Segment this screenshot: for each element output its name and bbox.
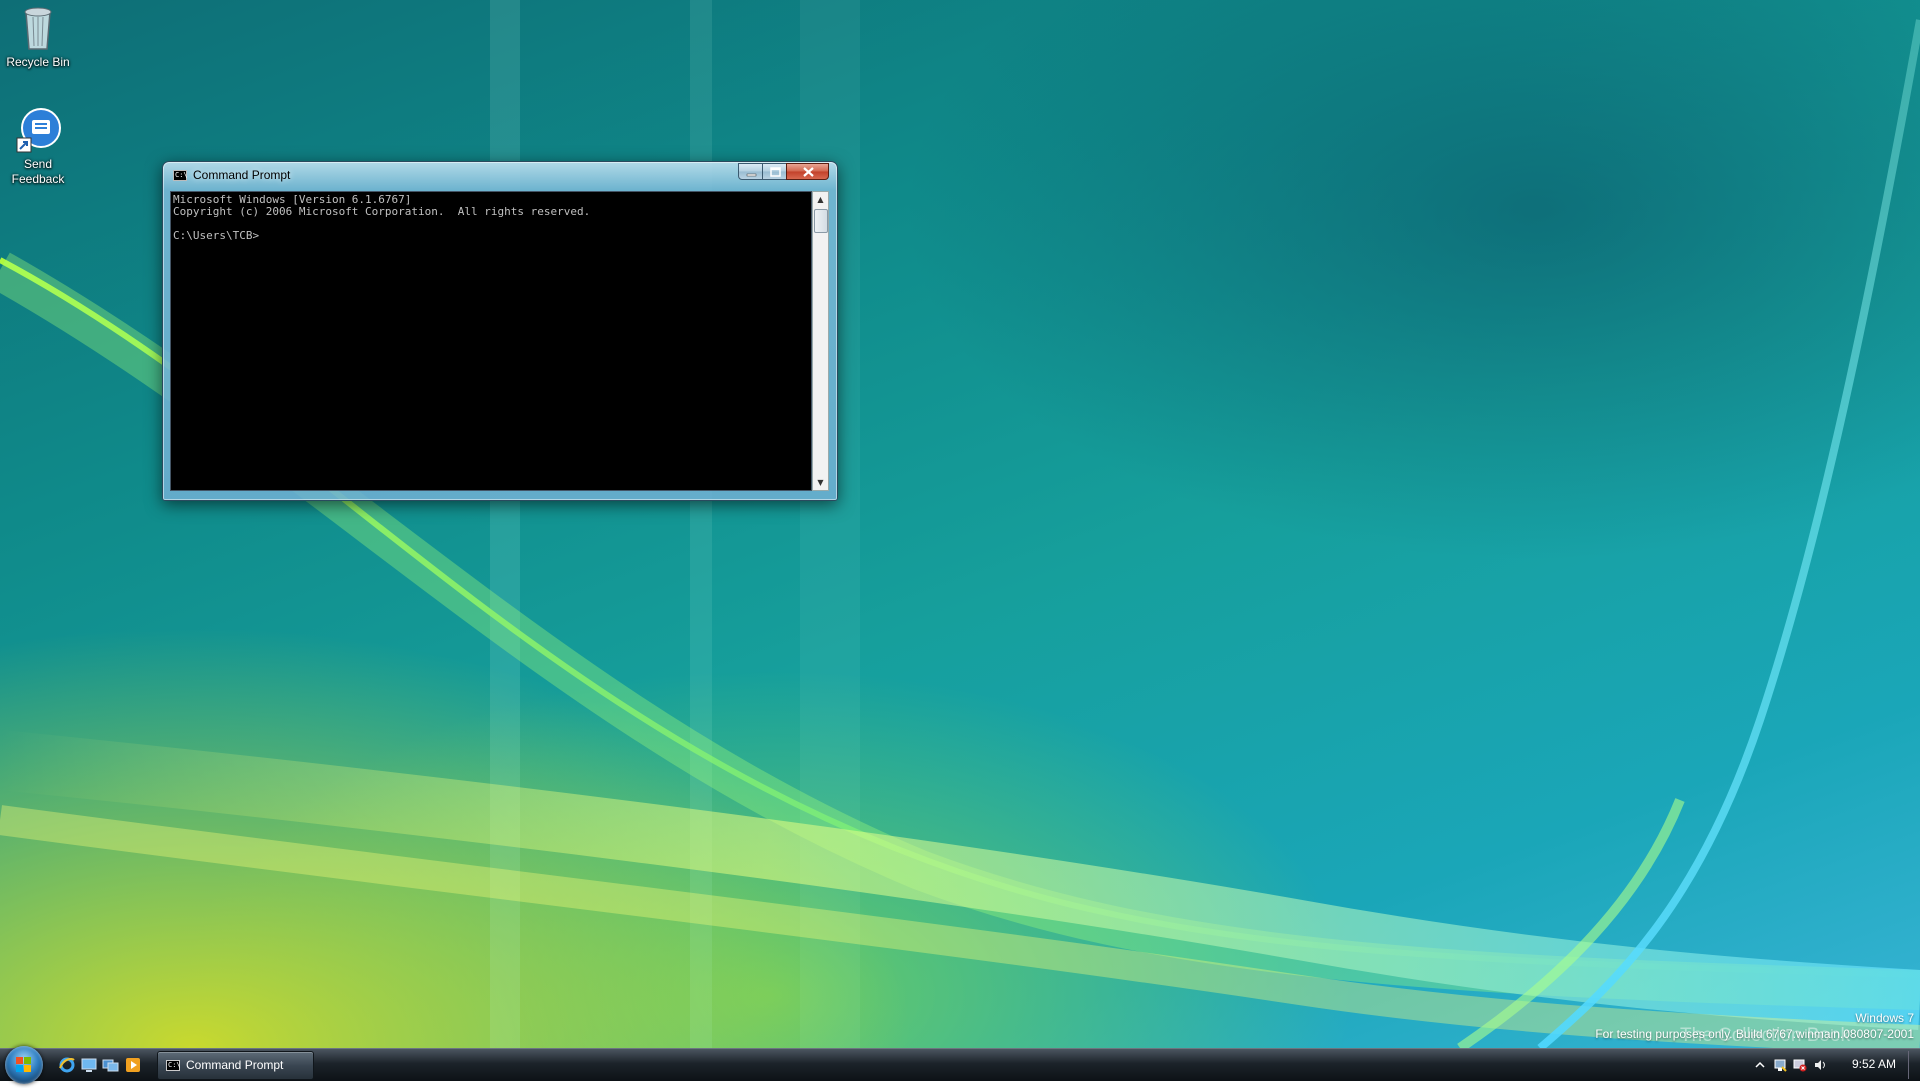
watermark-os: Windows 7	[1855, 1011, 1914, 1025]
desktop-icon-label: Recycle Bin	[6, 55, 70, 69]
taskbar: C:\ Command Prompt 9:52 AM	[0, 1046, 1920, 1084]
watermark-build: For testing purposes only. Build 6767.wi…	[1595, 1027, 1914, 1041]
window-titlebar[interactable]: C:\ Command Prompt	[163, 162, 837, 190]
windows-logo-icon	[16, 1057, 31, 1072]
close-button[interactable]	[786, 163, 829, 180]
desktop-icon-recycle-bin[interactable]: Recycle Bin	[0, 2, 76, 70]
vertical-scrollbar[interactable]: ▲ ▼	[812, 191, 829, 491]
show-desktop-icon[interactable]	[80, 1056, 98, 1074]
scroll-up-arrow-icon[interactable]: ▲	[813, 192, 828, 207]
command-prompt-icon[interactable]: C:\	[173, 170, 188, 181]
minimize-icon	[746, 173, 757, 177]
action-center-icon[interactable]	[1793, 1058, 1807, 1072]
console-line: Copyright (c) 2006 Microsoft Corporation…	[173, 205, 591, 218]
recycle-bin-icon	[24, 7, 52, 50]
command-prompt-window[interactable]: C:\ Command Prompt Microsoft Windows [Ve…	[162, 161, 838, 501]
maximize-button[interactable]	[762, 163, 787, 180]
desktop-icon-send-feedback[interactable]: Send Feedback	[0, 108, 76, 187]
desktop: Recycle Bin Send Feedback C:\ Command Pr…	[0, 0, 1920, 1048]
close-icon	[803, 167, 814, 177]
internet-explorer-icon[interactable]	[58, 1056, 76, 1074]
window-title: Command Prompt	[193, 168, 291, 182]
maximize-icon	[770, 167, 781, 177]
feedback-icon	[16, 108, 61, 153]
show-hidden-icons-icon[interactable]	[1753, 1058, 1767, 1072]
network-icon[interactable]	[1773, 1058, 1787, 1072]
desktop-icon-label: Send Feedback	[11, 157, 65, 186]
console-output[interactable]: Microsoft Windows [Version 6.1.6767] Cop…	[170, 191, 812, 491]
show-desktop-button[interactable]	[1908, 1051, 1919, 1079]
volume-icon[interactable]	[1813, 1058, 1827, 1072]
console-prompt: C:\Users\TCB>	[173, 229, 260, 242]
taskbar-button-label: Command Prompt	[186, 1058, 284, 1072]
taskbar-button-command-prompt[interactable]: C:\ Command Prompt	[157, 1051, 314, 1080]
start-button[interactable]	[5, 1046, 43, 1084]
media-player-icon[interactable]	[124, 1056, 142, 1074]
scrollbar-thumb[interactable]	[814, 209, 828, 233]
wallpaper	[0, 0, 1920, 1048]
build-watermark: Windows 7 For testing purposes only. Bui…	[1595, 1010, 1914, 1042]
scroll-down-arrow-icon[interactable]: ▼	[813, 475, 828, 490]
clock[interactable]: 9:52 AM	[1852, 1057, 1896, 1071]
minimize-button[interactable]	[738, 163, 763, 180]
switch-windows-icon[interactable]	[102, 1056, 120, 1074]
console-text: Microsoft Windows [Version 6.1.6767] Cop…	[171, 192, 811, 244]
command-prompt-icon: C:\	[166, 1060, 181, 1071]
